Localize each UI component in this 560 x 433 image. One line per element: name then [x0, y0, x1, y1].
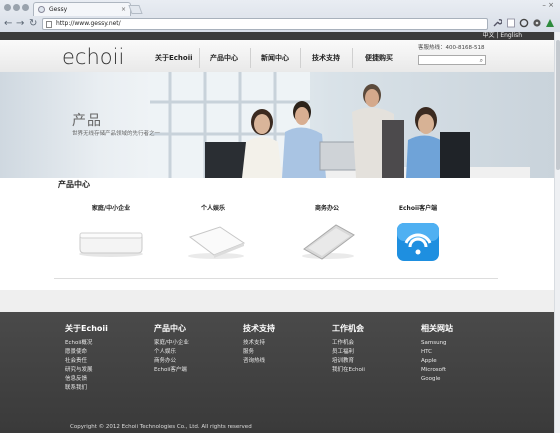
footer-link[interactable]: 联系我们: [65, 384, 108, 393]
site-logo[interactable]: echoii: [62, 44, 124, 70]
nav-about[interactable]: 关于Echoii: [155, 53, 193, 63]
window-dot-icon[interactable]: [4, 4, 11, 11]
favicon-icon: [38, 6, 45, 13]
lang-separator: |: [496, 32, 499, 39]
footer-link[interactable]: 个人娱乐: [154, 348, 189, 357]
footer-link[interactable]: 我们在Echoii: [332, 366, 365, 375]
section-divider: [54, 278, 498, 279]
window-controls[interactable]: – ×: [542, 0, 554, 10]
footer-link[interactable]: 工作机会: [332, 339, 365, 348]
banner-subtitle: 世界无线存储产品领域的先行者之一: [72, 131, 161, 137]
extension-icon-3[interactable]: [545, 18, 555, 28]
footer-link[interactable]: 信息反馈: [65, 375, 108, 384]
footer-col-about: 关于Echoii Echoii概况 愿景使命 社会责任 研究与发展 信息反馈 联…: [65, 324, 108, 393]
product-section: 产品中心 家庭/中小企业 个人娱乐 商务办公 Echoii客户端: [0, 178, 554, 290]
footer-link[interactable]: 服务: [243, 348, 275, 357]
address-bar[interactable]: http://www.gessy.net/: [42, 18, 488, 30]
footer-link[interactable]: 研究与发展: [65, 366, 108, 375]
product-name[interactable]: 家庭/中小企业: [66, 205, 156, 213]
banner-title: 产品: [72, 113, 102, 129]
site-header: echoii 关于Echoii 产品中心 新闻中心 技术支持 便捷购买 客服热线…: [0, 40, 554, 72]
wifi-app-icon[interactable]: [373, 213, 463, 263]
nav-support[interactable]: 技术支持: [312, 53, 340, 63]
search-input[interactable]: ⌕: [418, 55, 486, 65]
vertical-scrollbar[interactable]: [554, 32, 560, 433]
footer-heading: 工作机会: [332, 324, 364, 333]
page-icon: [46, 21, 52, 28]
close-tab-icon[interactable]: ×: [121, 3, 126, 16]
top-strip: 中文 | English: [0, 32, 554, 40]
back-icon[interactable]: ←: [4, 17, 12, 30]
window-dot-icon[interactable]: [22, 4, 29, 11]
footer-link[interactable]: Google: [421, 375, 453, 384]
extension-icon[interactable]: [519, 18, 529, 28]
product-name[interactable]: 商务办公: [282, 205, 372, 213]
window-dot-icon[interactable]: [13, 4, 20, 11]
lang-english-link[interactable]: English: [500, 32, 522, 39]
product-card-home[interactable]: 家庭/中小企业: [66, 205, 156, 267]
nav-divider: [199, 48, 200, 68]
browser-chrome: Gessy × – × ← → ↻ http://www.gessy.net/: [0, 0, 560, 32]
footer-heading: 产品中心: [154, 324, 186, 333]
footer-link[interactable]: Apple: [421, 357, 453, 366]
footer-link[interactable]: Microsoft: [421, 366, 453, 375]
scrollbar-thumb[interactable]: [556, 40, 560, 170]
personal-storage-image[interactable]: [168, 213, 258, 263]
product-name[interactable]: Echoii客户端: [373, 205, 463, 213]
footer-heading: 技术支持: [243, 324, 275, 333]
hotline-text: 客服热线：400-8168-518: [418, 45, 485, 51]
search-icon[interactable]: ⌕: [480, 57, 483, 64]
browser-tab[interactable]: Gessy ×: [33, 2, 131, 16]
product-card-personal[interactable]: 个人娱乐: [168, 205, 258, 267]
nav-divider: [300, 48, 301, 68]
tab-bar: Gessy × – ×: [0, 0, 560, 16]
tab-title: Gessy: [49, 6, 68, 13]
content-gap: [0, 290, 554, 312]
nav-news[interactable]: 新闻中心: [261, 53, 289, 63]
wrench-icon[interactable]: [492, 18, 502, 28]
footer-link[interactable]: 员工福利: [332, 348, 365, 357]
reload-icon[interactable]: ↻: [29, 17, 37, 30]
footer-link[interactable]: Samsung: [421, 339, 453, 348]
url-text: http://www.gessy.net/: [56, 20, 121, 27]
product-card-client[interactable]: Echoii客户端: [373, 205, 463, 267]
footer-link[interactable]: 家庭/中小企业: [154, 339, 189, 348]
nav-products[interactable]: 产品中心: [210, 53, 238, 63]
footer-col-support: 技术支持 技术支持 服务 咨询热线: [243, 324, 275, 366]
lang-chinese-link[interactable]: 中文: [482, 32, 494, 39]
footer-link[interactable]: 咨询热线: [243, 357, 275, 366]
footer-col-jobs: 工作机会 工作机会 员工福利 培训教育 我们在Echoii: [332, 324, 365, 375]
copyright-text: Copyright © 2012 Echoii Technologies Co.…: [70, 424, 252, 430]
footer-link[interactable]: 社会责任: [65, 357, 108, 366]
footer-col-sites: 相关网站 Samsung HTC Apple Microsoft Google: [421, 324, 453, 384]
footer-link[interactable]: Echoii概况: [65, 339, 108, 348]
nav-divider: [250, 48, 251, 68]
nav-divider: [352, 48, 353, 68]
footer-heading: 相关网站: [421, 324, 453, 333]
site-footer: 关于Echoii Echoii概况 愿景使命 社会责任 研究与发展 信息反馈 联…: [0, 312, 554, 433]
business-storage-image[interactable]: [282, 213, 372, 263]
hero-banner: 产品 世界无线存储产品领域的先行者之一: [0, 72, 554, 178]
product-card-business[interactable]: 商务办公: [282, 205, 372, 267]
footer-link[interactable]: HTC: [421, 348, 453, 357]
page-menu-icon[interactable]: [506, 18, 516, 28]
language-switch: 中文 | English: [482, 32, 522, 40]
footer-link[interactable]: 商务办公: [154, 357, 189, 366]
footer-link[interactable]: 培训教育: [332, 357, 365, 366]
footer-col-products: 产品中心 家庭/中小企业 个人娱乐 商务办公 Echoii客户端: [154, 324, 189, 375]
footer-link[interactable]: 愿景使命: [65, 348, 108, 357]
footer-link[interactable]: 技术支持: [243, 339, 275, 348]
nav-buy[interactable]: 便捷购买: [365, 53, 393, 63]
section-title: 产品中心: [58, 180, 90, 189]
footer-heading: 关于Echoii: [65, 324, 108, 333]
extension-icon-2[interactable]: [532, 18, 542, 28]
web-page: 中文 | English echoii 关于Echoii 产品中心 新闻中心 技…: [0, 32, 554, 433]
router-image[interactable]: [66, 213, 156, 263]
product-name[interactable]: 个人娱乐: [168, 205, 258, 213]
footer-link[interactable]: Echoii客户端: [154, 366, 189, 375]
new-tab-button[interactable]: [128, 5, 143, 14]
forward-icon[interactable]: →: [16, 17, 24, 30]
